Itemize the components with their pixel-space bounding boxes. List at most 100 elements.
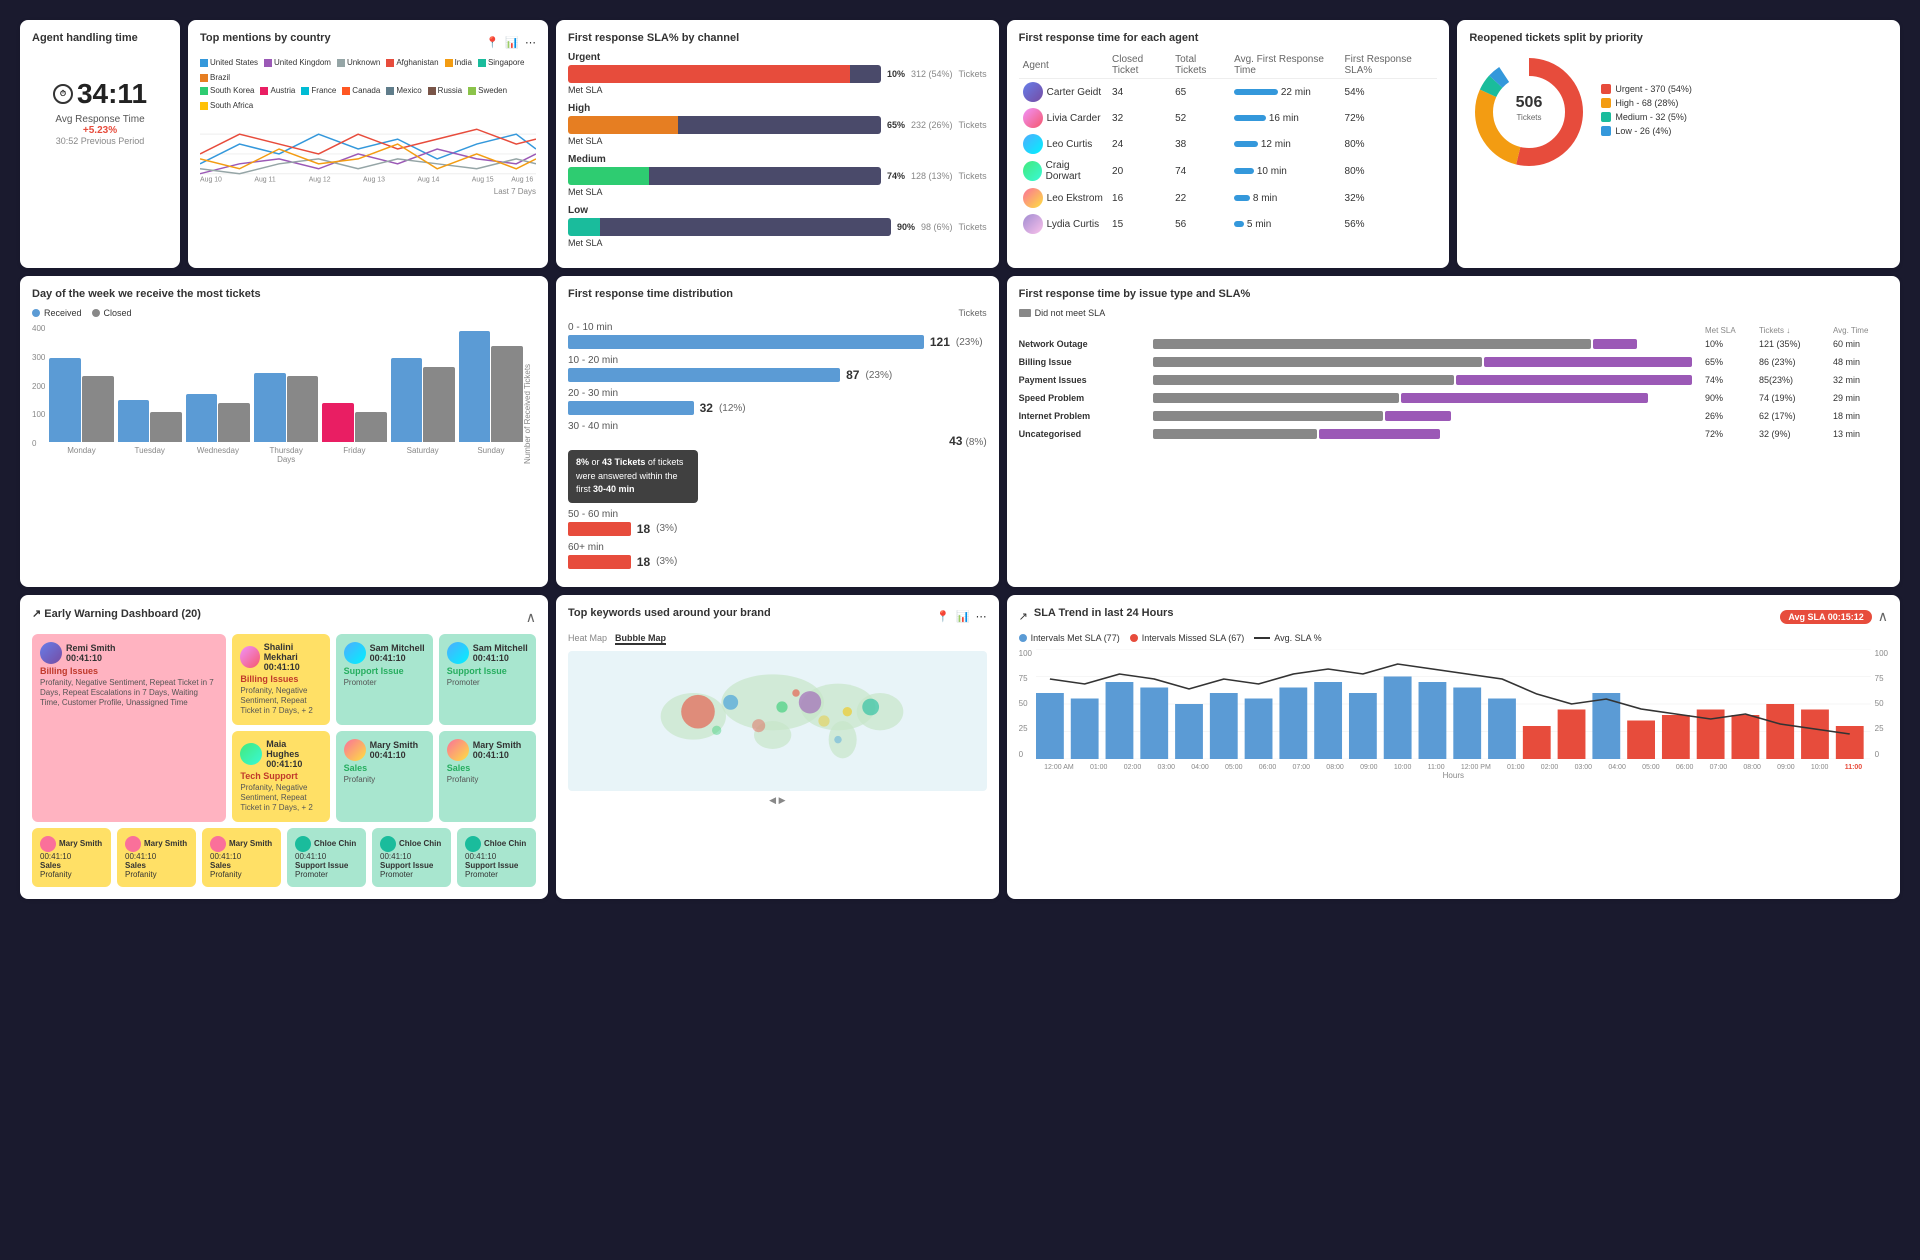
svg-text:Aug 15: Aug 15 [472, 177, 494, 184]
avg-time-display: ⏱ 34:11 [32, 78, 168, 110]
ew-small-2: Mary Smith 00:41:10 Sales Profanity [117, 828, 196, 887]
ew-card-mary1: Mary Smith 00:41:10 Sales Profanity [336, 731, 433, 822]
top-mentions-title: Top mentions by country [200, 32, 331, 44]
day-of-week-title: Day of the week we receive the most tick… [32, 288, 536, 300]
world-map [568, 651, 987, 791]
ew-card-sam1: Sam Mitchell 00:41:10 Support Issue Prom… [336, 634, 433, 725]
more-icon: ⋯ [525, 36, 536, 49]
sla-y-axis-right: 100 75 50 25 0 [1871, 649, 1888, 779]
table-row: Carter Geidt 3465 22 min 54% [1019, 79, 1438, 106]
bar-icon2: 📊 [956, 610, 970, 623]
sla-medium-row: Medium 74% 128 (13%) Tickets Met SLA [568, 154, 987, 197]
map-type-tabs[interactable]: Heat Map Bubble Map [568, 633, 987, 645]
heat-map-tab[interactable]: Heat Map [568, 633, 607, 645]
avg-label: Avg Response Time [32, 114, 168, 125]
ew-card-mary2: Mary Smith 00:41:10 Sales Profanity [439, 731, 536, 822]
table-row: Lydia Curtis 1556 5 min 56% [1019, 211, 1438, 237]
ew-small-1: Mary Smith 00:41:10 Sales Profanity [32, 828, 111, 887]
avg-sla-badge: Avg SLA 00:15:12 [1780, 610, 1871, 624]
agent-handling-card: Agent handling time ⏱ 34:11 Avg Response… [20, 20, 180, 268]
tooltip-box: 8% or 43 Tickets of tickets were answere… [568, 450, 698, 503]
ew-bottom-row: Mary Smith 00:41:10 Sales Profanity Mary… [32, 828, 536, 887]
issue-type-title: First response time by issue type and SL… [1019, 288, 1888, 300]
sla-trend-card: ↗ SLA Trend in last 24 Hours Avg SLA 00:… [1007, 595, 1900, 899]
dist-title: First response time distribution [568, 288, 987, 300]
sla-trend-title: SLA Trend in last 24 Hours [1034, 607, 1174, 619]
svg-text:Aug 14: Aug 14 [417, 177, 439, 184]
issue-legend: Did not meet SLA [1019, 308, 1888, 318]
ew-grid: Remi Smith 00:41:10 Billing Issues Profa… [32, 634, 536, 822]
prev-period: 30:52 Previous Period [32, 136, 168, 146]
hours-label: Hours [1036, 771, 1871, 780]
sla-trend-chart [1036, 649, 1871, 759]
top-keywords-card: Top keywords used around your brand 📍 📊 … [556, 595, 999, 899]
dist-row-20-30: 20 - 30 min 32 (12%) [568, 388, 987, 415]
donut-chart: 506 Tickets [1469, 52, 1589, 172]
donut-legend: Urgent - 370 (54%) High - 68 (28%) Mediu… [1601, 84, 1888, 140]
first-response-issue-card: First response time by issue type and SL… [1007, 276, 1900, 587]
sla-title: First response SLA% by channel [568, 32, 987, 44]
table-row: Leo Curtis 2438 12 min 80% [1019, 131, 1438, 157]
sla-low-row: Low 90% 98 (6%) Tickets Met SLA [568, 205, 987, 248]
ew-small-4: Chloe Chin 00:41:10 Support Issue Promot… [287, 828, 366, 887]
ew-card-maia: Maia Hughes 00:41:10 Tech Support Profan… [232, 731, 329, 822]
collapse-btn[interactable]: ∧ [526, 609, 536, 626]
first-response-dist-card: First response time distribution Tickets… [556, 276, 999, 587]
table-row: Craig Dorwart 2074 10 min 80% [1019, 157, 1438, 185]
issue-row-payment: Payment Issues 74% 85(23%) 32 min [1019, 375, 1888, 385]
ew-card-shalini: Shalini Mekhari 00:41:10 Billing Issues … [232, 634, 329, 725]
svg-text:506: 506 [1516, 94, 1543, 111]
agent-response-table: Agent Closed Ticket Total Tickets Avg. F… [1019, 52, 1438, 237]
top-mentions-card: Top mentions by country 📍 📊 ⋯ United Sta… [188, 20, 548, 268]
sla-collapse-btn[interactable]: ∧ [1878, 608, 1888, 625]
map-svg [568, 651, 987, 791]
clock-icon: ⏱ [53, 84, 73, 104]
svg-text:Tickets: Tickets [1517, 113, 1542, 122]
svg-text:Aug 12: Aug 12 [309, 177, 331, 184]
first-response-sla-card: First response SLA% by channel Urgent 10… [556, 20, 999, 268]
sla-chart-container: 100 75 50 25 0 [1019, 649, 1888, 779]
x-labels: Monday Tuesday Wednesday Thursday Friday… [49, 446, 523, 455]
issue-row-uncategorised: Uncategorised 72% 32 (9%) 13 min [1019, 429, 1888, 439]
map-navigation: ◀ ▶ [568, 795, 987, 806]
issue-row-speed: Speed Problem 90% 74 (19%) 29 min [1019, 393, 1888, 403]
first-response-agent-card: First response time for each agent Agent… [1007, 20, 1450, 268]
y-axis: 400 300 200 100 0 [32, 324, 49, 464]
trend-icon: ↗ [1019, 610, 1028, 623]
reopened-title: Reopened tickets split by priority [1469, 32, 1888, 44]
ew-small-3: Mary Smith 00:41:10 Sales Profanity [202, 828, 281, 887]
ew-card-remi: Remi Smith 00:41:10 Billing Issues Profa… [32, 634, 226, 822]
sla-trend-legend: Intervals Met SLA (77) Intervals Missed … [1019, 633, 1888, 643]
agent-response-title: First response time for each agent [1019, 32, 1438, 44]
bubble-map-tab[interactable]: Bubble Map [615, 633, 666, 645]
pin-icon2: 📍 [936, 610, 950, 623]
dist-row-30-40: 30 - 40 min 8% or 43 Tickets of tickets … [568, 421, 987, 503]
x-axis-label: Days [49, 455, 523, 464]
bar-chart [49, 324, 523, 442]
y-axis-label: Number of Received Tickets [523, 324, 536, 464]
sla-y-axis: 100 75 50 25 0 [1019, 649, 1036, 779]
page-nav: Last 7 Days [200, 187, 536, 196]
more-icon2: ⋯ [976, 610, 987, 623]
dashboard: Agent handling time ⏱ 34:11 Avg Response… [20, 20, 1900, 899]
keywords-title: Top keywords used around your brand [568, 607, 771, 619]
agent-handling-title: Agent handling time [32, 32, 168, 44]
issue-row-billing: Billing Issue 65% 86 (23%) 48 min [1019, 357, 1888, 367]
sla-x-labels: 12:00 AM 01:00 02:00 03:00 04:00 05:00 0… [1036, 764, 1871, 771]
dist-row-0-10: 0 - 10 min 121 (23%) [568, 322, 987, 349]
mentions-chart: Aug 10 Aug 11 Aug 12 Aug 13 Aug 14 Aug 1… [200, 114, 536, 184]
sla-high-row: High 65% 232 (26%) Tickets Met SLA [568, 103, 987, 146]
sla-urgent-row: Urgent 10% 312 (54%) Tickets Met SLA [568, 52, 987, 95]
ew-card-sam2: Sam Mitchell 00:41:10 Support Issue Prom… [439, 634, 536, 725]
svg-text:Aug 16: Aug 16 [511, 177, 533, 184]
day-legend: Received Closed [32, 308, 536, 318]
svg-text:Aug 10: Aug 10 [200, 177, 222, 184]
pin-icon: 📍 [486, 36, 500, 49]
issue-col-headers: Met SLA Tickets ↓ Avg. Time [1019, 326, 1888, 335]
issue-row-network: Network Outage 10% 121 (35%) 60 min [1019, 339, 1888, 349]
country-legend: United States United Kingdom Unknown Afg… [200, 58, 536, 82]
early-warning-title: ↗ Early Warning Dashboard (20) [32, 607, 201, 620]
ew-small-5: Chloe Chin 00:41:10 Support Issue Promot… [372, 828, 451, 887]
svg-text:Aug 13: Aug 13 [363, 177, 385, 184]
country-legend-2: South Korea Austria France Canada Mexico… [200, 86, 536, 110]
